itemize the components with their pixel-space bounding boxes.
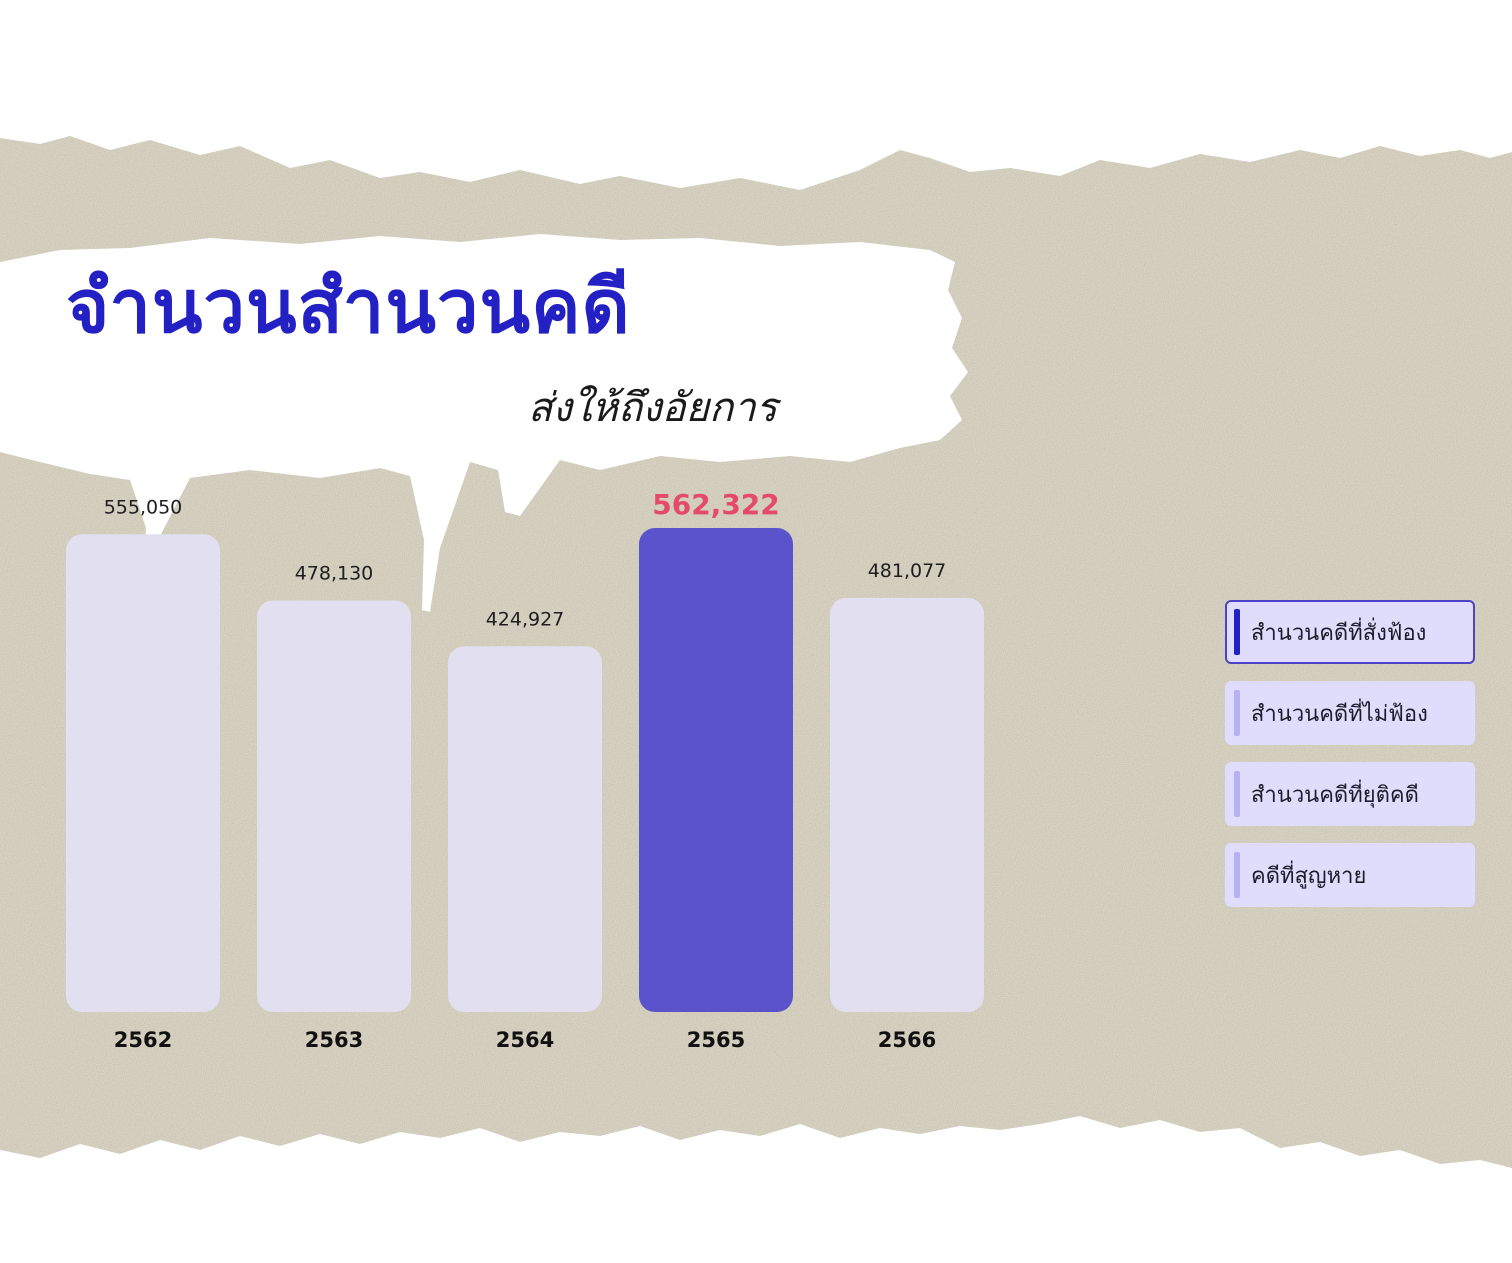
value-labels-group: 555,050 478,130 424,927 562,322 481,077 xyxy=(104,488,947,630)
legend-marker xyxy=(1234,609,1240,655)
value-label-2562: 555,050 xyxy=(104,496,183,518)
legend-marker xyxy=(1234,771,1240,817)
x-tick-2562: 2562 xyxy=(114,1028,172,1052)
bar-chart: 555,050 478,130 424,927 562,322 481,077 2562… xyxy=(66,488,984,1052)
x-tick-2566: 2566 xyxy=(878,1028,936,1052)
legend-label: สำนวนคดีที่สั่งฟ้อง xyxy=(1251,620,1427,646)
legend-item-not-prosecuted[interactable]: สำนวนคดีที่ไม่ฟ้อง xyxy=(1225,681,1475,745)
legend-label: คดีที่สูญหาย xyxy=(1251,863,1367,889)
x-tick-2564: 2564 xyxy=(496,1028,554,1052)
value-label-2565: 562,322 xyxy=(652,488,780,521)
legend-item-lost-cases[interactable]: คดีที่สูญหาย xyxy=(1225,843,1475,907)
bar-2566 xyxy=(830,597,984,1012)
legend-label: สำนวนคดีที่ไม่ฟ้อง xyxy=(1251,701,1428,727)
x-tick-2563: 2563 xyxy=(305,1028,363,1052)
bar-2564 xyxy=(448,646,602,1012)
bar-2565 xyxy=(639,528,793,1012)
legend-item-case-terminated[interactable]: สำนวนคดีที่ยุติคดี xyxy=(1225,762,1475,826)
legend-item-prosecuted[interactable]: สำนวนคดีที่สั่งฟ้อง xyxy=(1225,600,1475,664)
legend-marker xyxy=(1234,690,1240,736)
chart-subtitle: ส่งให้ถึงอัยการ xyxy=(528,385,778,431)
bars-group xyxy=(66,528,984,1012)
x-tick-labels-group: 2562 2563 2564 2565 2566 xyxy=(114,1028,936,1052)
value-label-2566: 481,077 xyxy=(868,560,947,582)
title-block: จำนวนสำนวนคดี ส่งให้ถึงอัยการ xyxy=(0,0,1000,480)
chart-title: จำนวนสำนวนคดี xyxy=(66,264,631,350)
value-label-2564: 424,927 xyxy=(486,608,565,630)
legend-label: สำนวนคดีที่ยุติคดี xyxy=(1251,782,1419,808)
x-tick-2565: 2565 xyxy=(687,1028,745,1052)
value-label-2563: 478,130 xyxy=(295,562,374,584)
legend: สำนวนคดีที่สั่งฟ้อง สำนวนคดีที่ไม่ฟ้อง ส… xyxy=(1225,600,1475,924)
bar-2562 xyxy=(66,534,220,1012)
legend-marker xyxy=(1234,852,1240,898)
bar-2563 xyxy=(257,600,411,1012)
